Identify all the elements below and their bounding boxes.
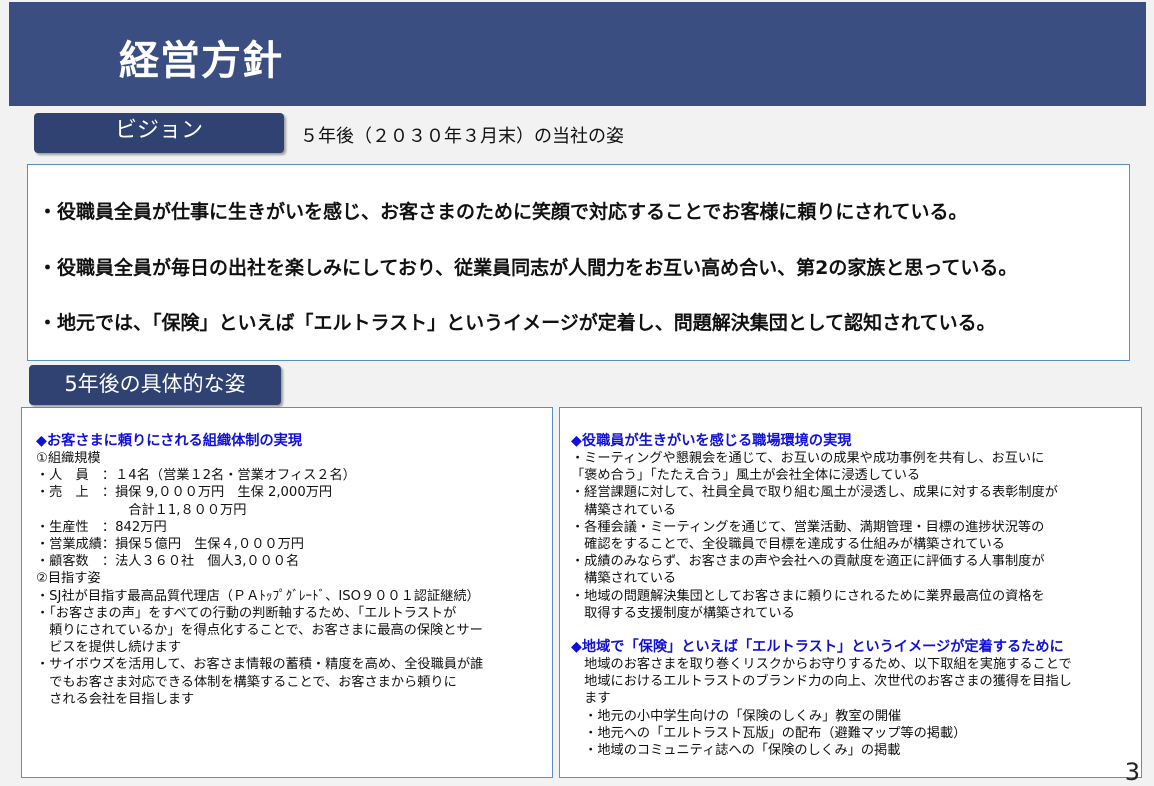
vision-line-1: ・役職員全員が仕事に生きがいを感じ、お客さまのために笑顔で対応することでお客様に… [38,201,968,223]
left-heading: ◆お客さまに頼りにされる組織体制の実現 [36,433,303,449]
right-heading-1: ◆役職員が生きがいを感じる職場環境の実現 [571,433,852,449]
list-item: ビスを提供し続けます [36,640,182,656]
vision-line-2: ・役職員全員が毎日の出社を楽しみにしており、従業員同志が人間力をお互い高め合い、… [38,257,1018,279]
right-panel: ◆役職員が生きがいを感じる職場環境の実現 ・ミーティングや懇親会を通じて、お互い… [559,407,1142,778]
list-item: ②目指す姿 [36,571,101,587]
list-item: ・地元への「エルトラスト瓦版」の配布（避難マップ等の掲載） [571,725,967,741]
list-item: 頼りにされているか」を得点化することで、お客さまに最高の保険とサー [36,623,483,639]
list-item: ・サイボウズを活用して、お客さま情報の蓄積・精度を高め、全役職員が誰 [36,657,484,673]
list-item: ・人 員 ：１4名（営業１2名・営業オフィス２名） [36,468,356,484]
list-item: ・成績のみならず、お客さまの声や会社への貢献度を適正に評価する人事制度が [571,554,1045,570]
left-panel: ◆お客さまに頼りにされる組織体制の実現 ①組織規模 ・人 員 ：１4名（営業１2… [21,407,553,778]
list-item: 地域におけるエルトラストのブランド力の向上、次世代のお客さまの獲得を目指し [571,674,1072,690]
list-item: ・顧客数 ：法人３６０社 個人3,０００名 [36,554,300,570]
list-item: 合計１1,８００万円 [36,502,247,518]
list-item: ・売 上 ：損保 9,０００万円 生保 2,000万円 [36,485,333,501]
list-item: ・経営課題に対して、社員全員で取り組む風土が浸透し、成果に対する表彰制度が [571,485,1058,501]
vision-line-3: ・地元では、「保険」といえば「エルトラスト」というイメージが定着し、問題解決集団… [38,312,996,334]
list-item: ・ミーティングや懇親会を通じて、お互いの成果や成功事例を共有し、お互いに [571,451,1045,466]
list-item: ・SJ社が目指す最高品質代理店（ＰＡﾄｯﾌﾟｸﾞﾚｰﾄﾞ、ISO９００１認証継続… [36,588,480,604]
page-title: 経営方針 [119,38,283,84]
vision-subtitle: ５年後（２０３０年３月末）の当社の姿 [300,126,624,147]
slide: 経営方針 ビジョン ５年後（２０３０年３月末）の当社の姿 ・役職員全員が仕事に生… [0,0,1154,786]
future-tag: 5年後の具体的な姿 [29,365,281,405]
list-item: でもお客さま対応できる体制を構築することで、お客さまから頼りに [36,674,457,690]
list-item: される会社を目指します [36,691,195,707]
list-item: ・地域のコミュニティ誌への「保険のしくみ」の掲載 [571,743,901,759]
vision-tag: ビジョン [34,113,284,153]
list-item: ・「お客さまの声」をすべての行動の判断軸するため、「エルトラストが [36,605,457,621]
list-item: ・各種会議・ミーティングを通じて、営業活動、満期管理・目標の進捗状況等の [571,519,1045,535]
list-item: ・生産性 ：842万円 [36,519,167,535]
vision-box: ・役職員全員が仕事に生きがいを感じ、お客さまのために笑顔で対応することでお客様に… [27,164,1130,361]
page-number: 3 [1124,758,1140,786]
list-item: ・営業成績：損保５億円 生保４,０００万円 [36,537,304,553]
list-item: ・地域の問題解決集団としてお客さまに頼りにされるために業界最高位の資格を [571,588,1045,604]
list-item: ます [571,691,611,707]
right-heading-2: ◆地域で「保険」といえば「エルトラスト」というイメージが定着するために [571,639,1064,656]
list-item: 取得する支援制度が構築されている [571,605,795,621]
list-item: 地域のお客さまを取り巻くリスクからお守りするため、以下取組を実施することで [571,657,1072,673]
list-item: ・地元の小中学生向けの「保険のしくみ」教室の開催 [571,708,902,724]
list-item: 「褒め合う」「たたえ合う」風土が会社全体に浸透している [571,468,921,484]
list-item: 確認をすることで、全役職員で目標を達成する仕組みが構築されている [571,537,1005,553]
list-item: ①組織規模 [36,451,101,466]
list-item: 構築されている [571,502,677,518]
header-bar: 経営方針 [9,2,1146,106]
list-item: 構築されている [571,571,677,587]
